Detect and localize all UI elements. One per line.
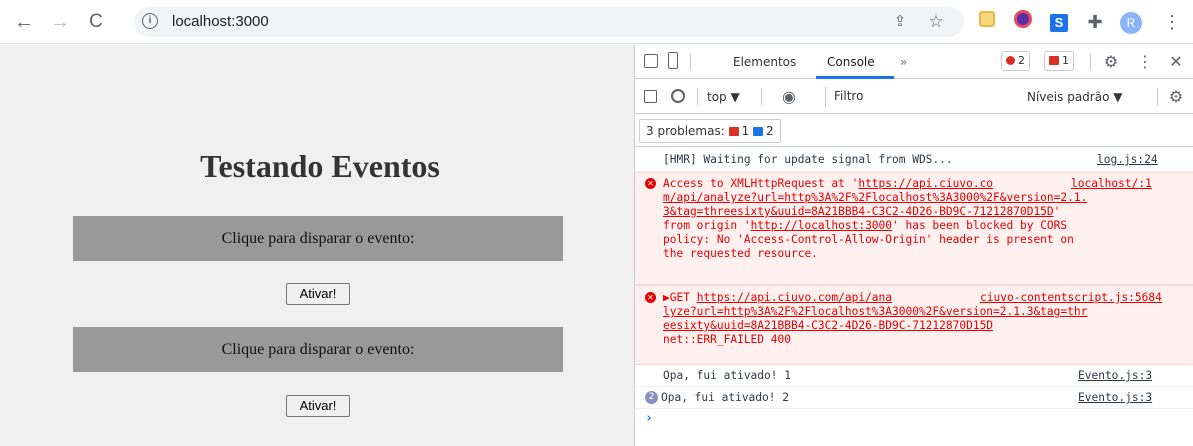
problems-button[interactable]: 3 problemas: 1 2 — [639, 119, 781, 143]
message-text: Opa, fui ativado! 1 — [663, 369, 791, 382]
site-info-icon[interactable]: i — [142, 13, 158, 29]
extensions-puzzle-icon[interactable]: ✚ — [1083, 10, 1107, 34]
filter-placeholder: Filtro — [834, 89, 864, 103]
extension-icon-3[interactable]: S — [1047, 10, 1071, 34]
get-line-1: ▶GET https://api.ciuvo.com/api/ana — [663, 291, 893, 304]
live-expression-eye-icon[interactable]: ◉ — [777, 85, 801, 109]
cors-line-1: Access to XMLHttpRequest at 'https://api… — [663, 177, 994, 190]
settings-gear-icon[interactable]: ⚙ — [1099, 50, 1123, 74]
device-toolbar-icon[interactable] — [668, 52, 678, 69]
sidebar-toggle-icon[interactable] — [644, 90, 657, 103]
close-icon[interactable]: ✕ — [1164, 50, 1188, 74]
tab-console[interactable]: Console — [827, 55, 875, 69]
cors-line-4: from origin 'http://localhost:3000' has … — [663, 219, 1068, 232]
forward-arrow-icon[interactable]: → — [48, 10, 72, 34]
prompt-chevron-icon: › — [645, 411, 653, 426]
log-levels-dropdown[interactable]: Níveis padrão ▼ — [1027, 90, 1122, 104]
back-arrow-icon[interactable]: ← — [12, 10, 36, 34]
issue-count-badge[interactable]: 1 — [1044, 51, 1074, 71]
cors-line-6: the requested resource. — [663, 247, 818, 260]
activate-button-1[interactable]: Ativar! — [286, 283, 350, 305]
get-line-2[interactable]: lyze?url=http%3A%2F%2Flocalhost%3A3000%2… — [663, 305, 1087, 319]
console-prompt[interactable]: › — [635, 409, 1193, 431]
message-text: Opa, fui ativado! 2 — [661, 391, 789, 404]
console-message-cors-error: ✕ Access to XMLHttpRequest at 'https://a… — [635, 172, 1193, 285]
console-messages: [HMR] Waiting for update signal from WDS… — [635, 148, 1193, 431]
address-bar[interactable]: i localhost:3000 ☆ ⇪ — [134, 7, 964, 37]
devtools-panel: Elementos Console » 2 1 ⚙ ⋮ ✕ top ▼ ◉ Fi… — [634, 45, 1193, 446]
console-toolbar: top ▼ ◉ Filtro Níveis padrão ▼ ⚙ — [635, 80, 1193, 114]
context-selector[interactable]: top ▼ — [707, 90, 740, 104]
devtools-menu-icon[interactable]: ⋮ — [1133, 50, 1157, 74]
event-label-2: Clique para disparar o evento: — [73, 327, 563, 372]
error-x-icon: ✕ — [645, 292, 656, 303]
source-link[interactable]: log.js:24 — [1097, 153, 1158, 167]
problems-label: 3 problemas: — [646, 124, 725, 138]
clear-console-icon[interactable] — [671, 89, 685, 103]
cors-line-5: policy: No 'Access-Control-Allow-Origin'… — [663, 233, 1074, 246]
problems-bar: 3 problemas: 1 2 — [635, 115, 1193, 147]
cors-line-3: 3&tag=threesixty&uuid=8A21BBB4-C3C2-4D26… — [663, 205, 1061, 218]
error-x-icon: ✕ — [645, 178, 656, 189]
source-link[interactable]: Evento.js:3 — [1078, 369, 1152, 383]
repeat-count-badge: 2 — [645, 391, 658, 404]
url-text: localhost:3000 — [172, 13, 269, 30]
page-title: Testando Eventos — [200, 148, 440, 184]
menu-kebab-icon[interactable]: ⋮ — [1160, 10, 1184, 34]
console-message-hmr: [HMR] Waiting for update signal from WDS… — [635, 148, 1193, 172]
tab-elements[interactable]: Elementos — [733, 55, 796, 69]
more-tabs-icon[interactable]: » — [900, 55, 907, 69]
message-text: [HMR] Waiting for update signal from WDS… — [663, 153, 953, 166]
source-link[interactable]: Evento.js:3 — [1078, 391, 1152, 405]
console-message-get-error: ✕ ▶GET https://api.ciuvo.com/api/ana ciu… — [635, 285, 1193, 365]
source-link[interactable]: ciuvo-contentscript.js:5684 — [980, 291, 1162, 305]
browser-toolbar: ← → C i localhost:3000 ☆ ⇪ S ✚ R ⋮ — [0, 0, 1193, 44]
source-link[interactable]: localhost/:1 — [1071, 177, 1152, 191]
console-settings-icon[interactable]: ⚙ — [1164, 85, 1188, 109]
console-filter-input[interactable]: Filtro — [825, 87, 1015, 107]
bookmark-star-icon[interactable]: ☆ — [924, 10, 948, 34]
active-tab-indicator — [816, 76, 894, 79]
extension-icon-2[interactable] — [1011, 10, 1035, 34]
cors-line-2[interactable]: m/api/analyze?url=http%3A%2F%2Flocalhost… — [663, 191, 1087, 205]
devtools-tab-bar: Elementos Console » 2 1 ⚙ ⋮ ✕ — [635, 45, 1193, 79]
profile-avatar[interactable]: R — [1119, 10, 1143, 34]
extension-icon-1[interactable] — [975, 10, 999, 34]
error-count-badge[interactable]: 2 — [1001, 51, 1030, 71]
console-message-log-1: Opa, fui ativado! 1 Evento.js:3 — [635, 365, 1193, 387]
page-viewport: Testando Eventos Clique para disparar o … — [0, 45, 634, 446]
share-icon[interactable]: ⇪ — [888, 10, 912, 34]
problems-errors: 1 — [741, 124, 750, 138]
activate-button-2[interactable]: Ativar! — [286, 395, 350, 417]
get-line-4: net::ERR_FAILED 400 — [663, 333, 791, 346]
problems-info: 2 — [766, 124, 774, 138]
event-label-1: Clique para disparar o evento: — [73, 216, 563, 261]
inspect-element-icon[interactable] — [644, 54, 658, 68]
console-message-log-2: 2 Opa, fui ativado! 2 Evento.js:3 — [635, 387, 1193, 409]
get-line-3[interactable]: eesixty&uuid=8A21BBB4-C3C2-4D26-BD9C-712… — [663, 319, 993, 333]
reload-icon[interactable]: C — [84, 10, 108, 34]
